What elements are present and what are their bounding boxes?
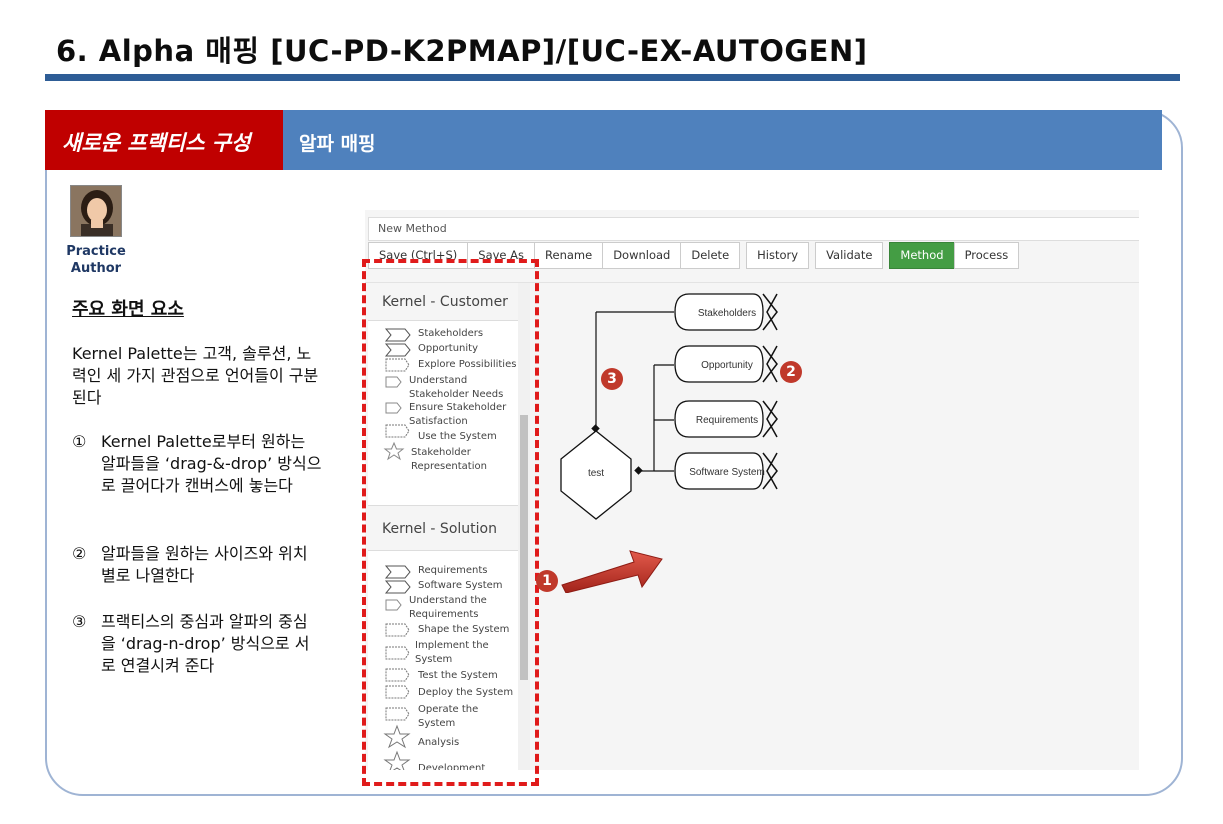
rename-button[interactable]: Rename: [534, 242, 604, 269]
validate-button[interactable]: Validate: [815, 242, 884, 269]
author-avatar: [70, 185, 122, 237]
step-1: ① Kernel Palette로부터 원하는 알파들을 ‘drag-&-dro…: [72, 432, 322, 495]
description-text: Kernel Palette는 고객, 솔루션, 노력인 세 가지 관점으로 언…: [72, 344, 319, 407]
method-tab-button[interactable]: Method: [889, 242, 955, 269]
section-title: 주요 화면 요소: [72, 299, 184, 320]
step-3: ③ 프랙티스의 중심과 알파의 중심을 ‘drag-n-drop’ 방식으로 서…: [72, 612, 310, 675]
drag-arrow-icon: [561, 550, 663, 593]
callout-badge-3: 3: [601, 368, 623, 390]
callout-badge-2: 2: [780, 361, 802, 383]
title-divider: [45, 74, 1180, 81]
slide-title: 6. Alpha 매핑 [UC-PD-K2PMAP]/[UC-EX-AUTOGE…: [56, 34, 868, 68]
author-role: Practice Author: [66, 244, 126, 276]
alpha-label-opportunity: Opportunity: [701, 360, 753, 371]
author-photo: [71, 186, 121, 236]
step-2: ② 알파들을 원하는 사이즈와 위치 별로 나열한다: [72, 544, 308, 585]
palette-highlight-box: [362, 259, 539, 786]
delete-button[interactable]: Delete: [680, 242, 741, 269]
method-canvas[interactable]: test Stakeholders Opportunity Requiremen…: [531, 283, 1139, 770]
canvas-diagram: test Stakeholders Opportunity Requiremen…: [560, 293, 778, 520]
alpha-label-stakeholders: Stakeholders: [698, 308, 756, 319]
connector-endpoint: [634, 466, 643, 475]
history-button[interactable]: History: [746, 242, 810, 269]
section-header-left-label: 새로운 프랙티스 구성: [62, 131, 251, 155]
section-header-right-label: 알파 매핑: [299, 133, 376, 155]
process-tab-button[interactable]: Process: [953, 242, 1020, 269]
alpha-label-requirements: Requirements: [696, 415, 758, 426]
practice-node-label: test: [588, 468, 604, 479]
callout-badge-1: 1: [536, 570, 558, 592]
alpha-label-software-system: Software System: [689, 467, 765, 478]
download-button[interactable]: Download: [602, 242, 682, 269]
method-name-field[interactable]: New Method: [368, 217, 1139, 241]
